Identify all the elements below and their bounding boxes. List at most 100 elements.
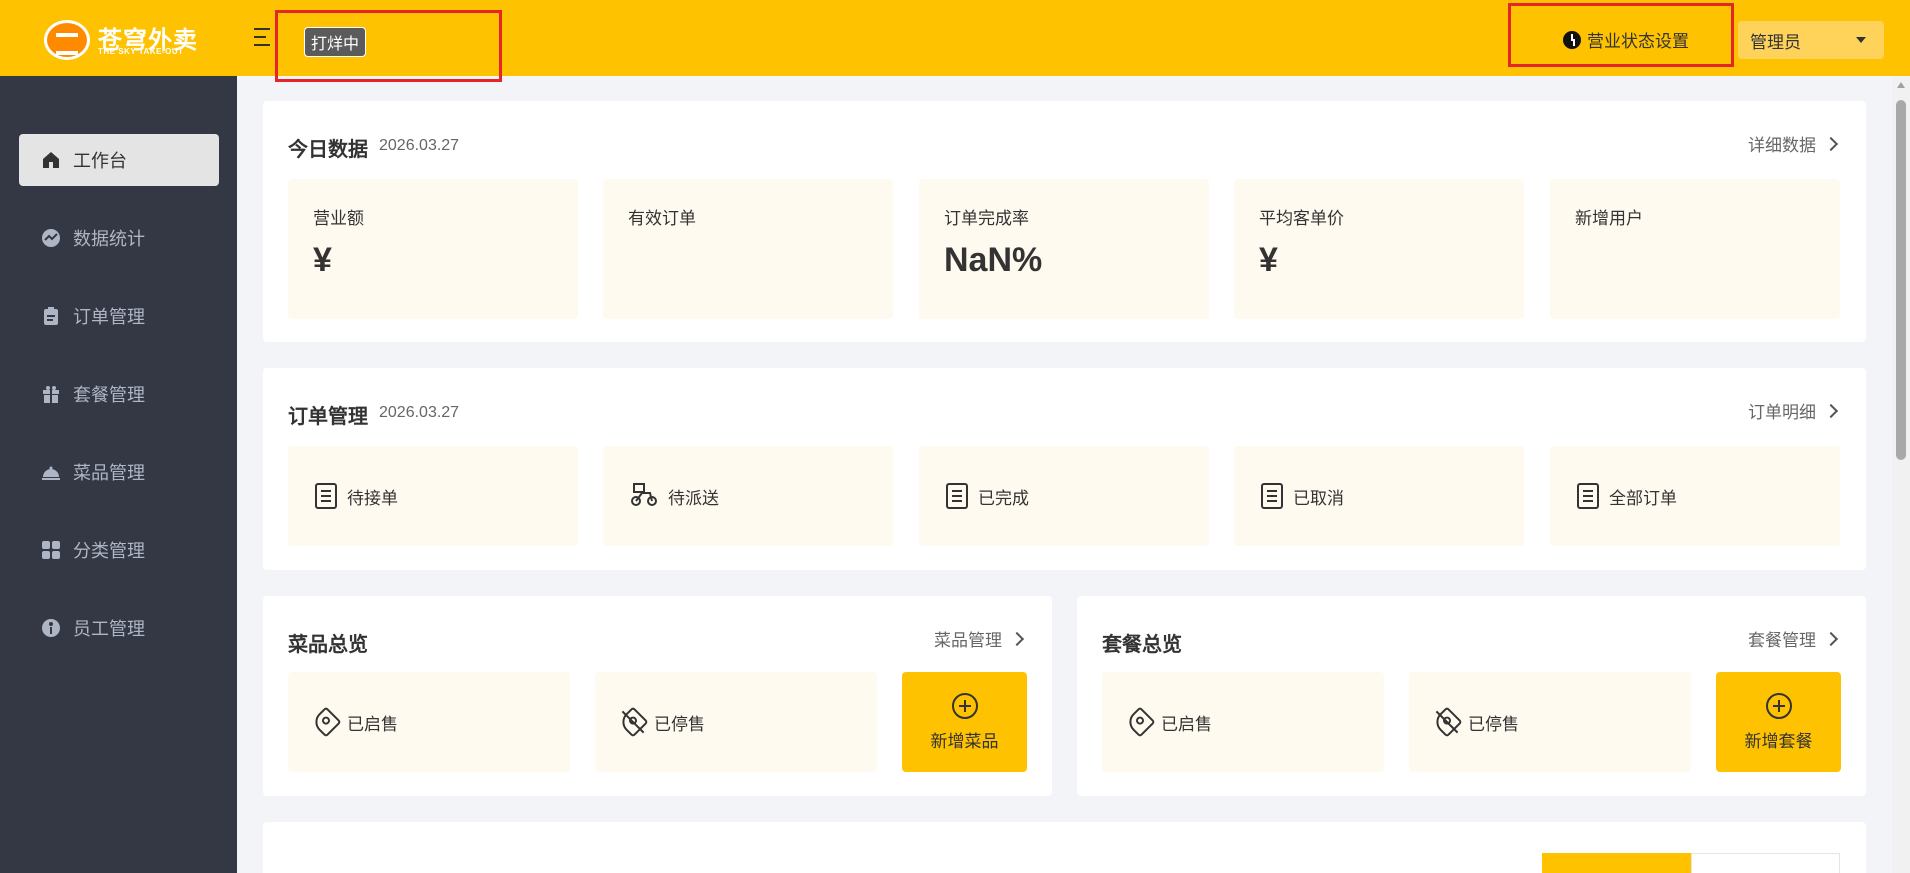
tag-off-icon	[617, 706, 649, 738]
dish-off-sale[interactable]: 已停售	[595, 672, 877, 772]
setmeal-off-sale[interactable]: 已停售	[1409, 672, 1691, 772]
setmeal-off-sale-label: 已停售	[1468, 714, 1519, 734]
order-status-label: 全部订单	[1609, 488, 1677, 508]
order-status-label: 已完成	[978, 488, 1029, 508]
business-status-setting-button[interactable]: 营业状态设置	[1563, 27, 1689, 52]
order-tabs	[1542, 853, 1840, 873]
stat-label: 营业额	[313, 209, 364, 228]
chevron-right-icon	[1823, 631, 1839, 646]
tag-icon	[310, 706, 342, 738]
sidebar-item-label: 菜品管理	[73, 463, 145, 483]
sidebar-item-label: 订单管理	[73, 307, 145, 327]
home-icon	[41, 150, 61, 170]
link-label: 菜品管理	[934, 631, 1002, 650]
sidebar-item-label: 工作台	[73, 151, 127, 171]
order-status-label: 待接单	[347, 488, 398, 508]
tag-icon	[1124, 706, 1156, 738]
link-label: 订单明细	[1748, 403, 1816, 422]
all-orders-icon	[1577, 483, 1599, 509]
stat-label: 平均客单价	[1259, 209, 1344, 228]
sidebar-item-label: 套餐管理	[73, 385, 145, 405]
add-dish-button[interactable]: 新增菜品	[902, 672, 1027, 772]
sidebar-item-label: 分类管理	[73, 541, 145, 561]
sidebar-item-employees[interactable]: 员工管理	[19, 602, 219, 654]
pending-order-icon	[315, 483, 337, 509]
setmeal-management-link[interactable]: 套餐管理	[1748, 626, 1839, 651]
dishes-overview-card: 菜品总览 菜品管理 已启售 已停售 新增菜品	[263, 596, 1052, 796]
stat-label: 新增用户	[1575, 209, 1643, 228]
gift-icon	[41, 384, 61, 404]
card-title: 菜品总览	[288, 634, 368, 656]
plus-circle-icon	[1765, 692, 1792, 719]
cloche-icon	[41, 462, 61, 482]
stat-revenue: 营业额 ¥	[288, 179, 578, 319]
order-all[interactable]: 全部订单	[1550, 446, 1840, 546]
logo-emblem-icon	[44, 20, 90, 60]
stat-label: 有效订单	[628, 209, 696, 228]
top-header: 苍穹外卖 THE SKY TAKE-OUT 打烊中 营业状态设置 管理员	[0, 0, 1910, 82]
tab-inactive[interactable]	[1691, 853, 1840, 873]
stat-avg-price: 平均客单价 ¥	[1234, 179, 1524, 319]
stat-valid-orders: 有效订单	[603, 179, 893, 319]
shop-status-badge: 打烊中	[304, 27, 367, 57]
completed-order-icon	[946, 483, 968, 509]
stat-label: 订单完成率	[944, 209, 1029, 228]
setmeal-overview-card: 套餐总览 套餐管理 已启售 已停售 新增套餐	[1077, 596, 1866, 796]
tag-off-icon	[1431, 706, 1463, 738]
plus-circle-icon	[951, 692, 978, 719]
card-date: 2026.03.27	[379, 137, 460, 154]
stat-value: NaN%	[944, 241, 1043, 279]
user-name: 管理员	[1750, 32, 1801, 52]
sidebar-item-dishes[interactable]: 菜品管理	[19, 446, 219, 498]
dish-off-sale-label: 已停售	[654, 714, 705, 734]
order-completed[interactable]: 已完成	[919, 446, 1209, 546]
sidebar-item-label: 数据统计	[73, 229, 145, 249]
dish-on-sale-label: 已启售	[347, 714, 398, 734]
sidebar-item-workbench[interactable]: 工作台	[19, 134, 219, 186]
sidebar-item-statistics[interactable]: 数据统计	[19, 212, 219, 264]
stat-value: ¥	[313, 241, 332, 279]
page-scrollbar[interactable]	[1892, 76, 1910, 873]
add-setmeal-button[interactable]: 新增套餐	[1716, 672, 1841, 772]
chevron-right-icon	[1823, 136, 1839, 151]
today-data-card: 今日数据 2026.03.27 详细数据 营业额 ¥ 有效订单 订单完成率 Na…	[263, 101, 1866, 342]
dish-on-sale[interactable]: 已启售	[288, 672, 570, 772]
order-info-card	[263, 822, 1866, 873]
setmeal-on-sale[interactable]: 已启售	[1102, 672, 1384, 772]
dish-management-link[interactable]: 菜品管理	[934, 626, 1025, 651]
card-title: 订单管理	[288, 406, 368, 428]
order-status-label: 待派送	[668, 488, 719, 508]
card-title: 今日数据	[288, 139, 368, 161]
scroll-up-arrow-icon[interactable]	[1897, 82, 1905, 88]
user-dropdown[interactable]: 管理员	[1738, 21, 1884, 59]
employee-icon	[41, 618, 61, 638]
order-pending[interactable]: 待接单	[288, 446, 578, 546]
stat-completion-rate: 订单完成率 NaN%	[919, 179, 1209, 319]
clock-icon	[1563, 30, 1581, 49]
tab-active[interactable]	[1542, 853, 1691, 873]
card-title: 套餐总览	[1102, 634, 1182, 656]
stat-new-users: 新增用户	[1550, 179, 1840, 319]
add-dish-label: 新增菜品	[930, 731, 999, 751]
order-status-label: 已取消	[1293, 488, 1344, 508]
sidebar-item-categories[interactable]: 分类管理	[19, 524, 219, 576]
order-management-card: 订单管理 2026.03.27 订单明细 待接单 待派送 已完成 已取消 全部订…	[263, 368, 1866, 570]
sidebar: 工作台 数据统计 订单管理 套餐管理 菜品管理 分类管理 员工管理	[0, 76, 237, 873]
caret-down-icon	[1856, 37, 1866, 43]
order-detail-link[interactable]: 订单明细	[1748, 398, 1839, 423]
link-label: 详细数据	[1748, 136, 1816, 155]
chart-icon	[41, 228, 61, 248]
order-to-deliver[interactable]: 待派送	[603, 446, 893, 546]
detail-data-link[interactable]: 详细数据	[1748, 131, 1839, 156]
logo: 苍穹外卖 THE SKY TAKE-OUT	[44, 20, 214, 60]
sidebar-item-setmeals[interactable]: 套餐管理	[19, 368, 219, 420]
cancelled-order-icon	[1261, 483, 1283, 509]
delivery-icon	[630, 481, 658, 512]
sidebar-item-orders[interactable]: 订单管理	[19, 290, 219, 342]
scroll-thumb[interactable]	[1896, 100, 1906, 460]
order-cancelled[interactable]: 已取消	[1234, 446, 1524, 546]
clipboard-icon	[41, 306, 61, 326]
setmeal-on-sale-label: 已启售	[1161, 714, 1212, 734]
sidebar-item-label: 员工管理	[73, 619, 145, 639]
chevron-right-icon	[1823, 403, 1839, 418]
